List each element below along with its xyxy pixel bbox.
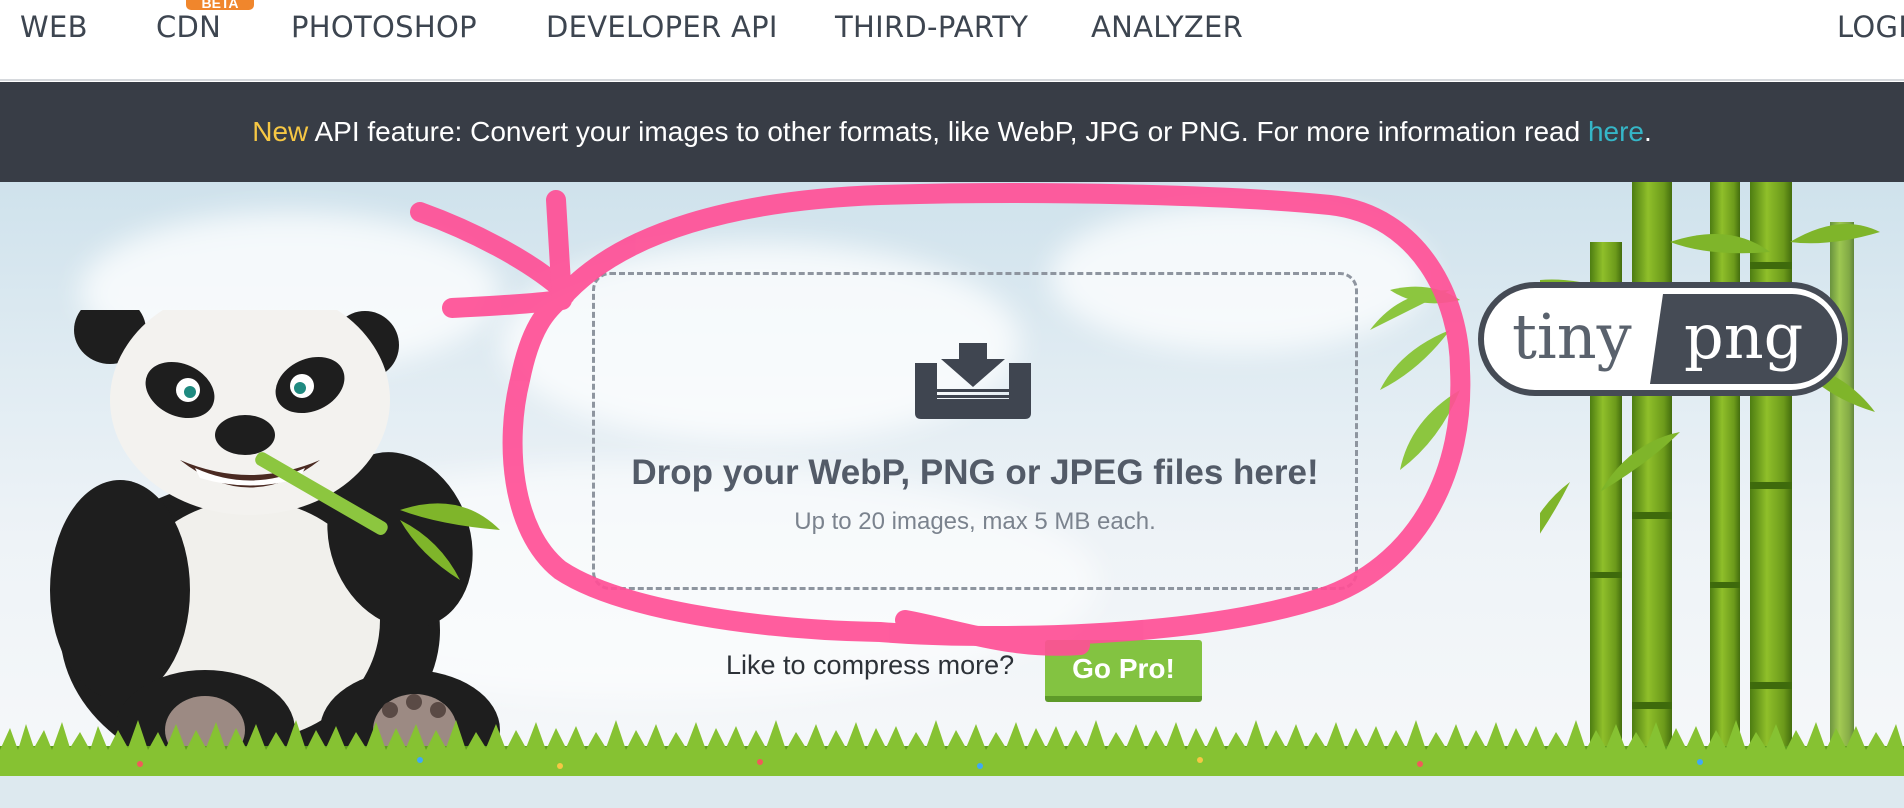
announcement-new-label: New	[252, 116, 309, 147]
bamboo-stalks	[1590, 182, 1854, 776]
nav-item-analyzer[interactable]: ANALYZER	[1091, 10, 1243, 44]
hero-bottom-strip	[0, 776, 1904, 808]
drop-zone-title: Drop your WebP, PNG or JPEG files here!	[631, 453, 1319, 492]
announcement-here-link[interactable]: here	[1588, 116, 1644, 147]
nav-item-third-party[interactable]: THIRD-PARTY	[835, 10, 1028, 44]
logo-text-tiny: tiny	[1512, 300, 1632, 373]
file-drop-zone[interactable]: Drop your WebP, PNG or JPEG files here! …	[592, 272, 1358, 590]
go-pro-button[interactable]: Go Pro!	[1045, 640, 1202, 702]
panda-mascot	[50, 310, 500, 776]
nav-item-photoshop[interactable]: PHOTOSHOP	[291, 10, 477, 44]
nav-item-developer-api[interactable]: DEVELOPER API	[546, 10, 778, 44]
nav-item-cdn[interactable]: CDN	[156, 10, 221, 44]
announcement-bar: New API feature: Convert your images to …	[0, 82, 1904, 182]
nav-item-web[interactable]: WEB	[20, 10, 88, 44]
drop-zone-subtitle: Up to 20 images, max 5 MB each.	[794, 508, 1156, 535]
logo-text-png: png	[1684, 300, 1804, 373]
bamboo-illustration	[1540, 182, 1880, 776]
promo-text: Like to compress more?	[726, 650, 1015, 680]
tinypng-logo[interactable]: tiny png	[1478, 282, 1848, 396]
top-navigation: WEB CDN BETA PHOTOSHOP DEVELOPER API THI…	[0, 0, 1904, 81]
grass-strip	[0, 720, 1904, 776]
login-link[interactable]: LOGI	[1837, 10, 1904, 44]
beta-badge: BETA	[186, 0, 254, 11]
download-tray-icon	[915, 343, 1031, 419]
announcement-text: API feature: Convert your images to othe…	[308, 116, 1588, 147]
announcement-period: .	[1644, 116, 1652, 147]
